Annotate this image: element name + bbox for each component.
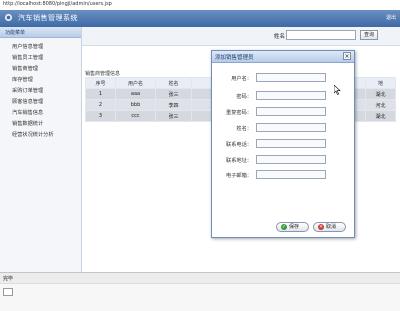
phone-field[interactable] xyxy=(256,139,326,148)
name-field[interactable] xyxy=(256,123,326,132)
search-toolbar: 姓名 查询 xyxy=(82,27,400,46)
add-admin-dialog: 添加销售管理员 × 用户名： 密码： 重复密码： 姓名： 联系电话： 联系地址：… xyxy=(211,50,355,238)
column-header[interactable]: 用户名 xyxy=(115,77,156,89)
table-cell: aaa xyxy=(115,88,156,100)
phone-label: 联系电话： xyxy=(226,142,252,148)
sidebar: 功能菜单 用户信息管理 销售员工管理 销售商管理 库存管理 采购订单管理 顾客信… xyxy=(0,27,82,272)
sidebar-item-inventory[interactable]: 库存管理 xyxy=(12,76,33,83)
app-header: 汽车销售管理系统 退出 xyxy=(0,10,400,28)
table-cell: 张三 xyxy=(155,88,192,100)
sidebar-item-sales-stats[interactable]: 销售数据统计 xyxy=(12,120,43,127)
save-button-label: 保存 xyxy=(289,224,300,230)
column-header[interactable]: 序号 xyxy=(85,77,116,89)
name-label: 姓名： xyxy=(236,126,252,132)
sidebar-heading-label: 功能菜单 xyxy=(5,30,26,36)
search-input[interactable] xyxy=(286,30,356,40)
app-title: 汽车销售管理系统 xyxy=(18,14,78,22)
table-cell: 河北 xyxy=(365,99,396,111)
table-cell: 1 xyxy=(85,88,116,100)
cancel-icon: × xyxy=(318,223,324,230)
email-field[interactable] xyxy=(256,170,326,179)
window-thumbnail-icon[interactable] xyxy=(3,288,13,296)
table-cell: 3 xyxy=(85,110,116,122)
username-field[interactable] xyxy=(256,73,326,82)
sidebar-item-business-analysis[interactable]: 经营状况统计分析 xyxy=(12,131,54,138)
sidebar-item-purchase-orders[interactable]: 采购订单管理 xyxy=(12,87,43,94)
grid-title: 销售商管理信息 xyxy=(85,71,121,77)
dialog-title: 添加销售管理员 xyxy=(215,55,254,61)
logout-link[interactable]: 退出 xyxy=(386,14,396,21)
status-text: 完毕 xyxy=(3,276,14,282)
address-text: http://localhost:8080/pingjl/admin/users… xyxy=(3,1,112,7)
sidebar-item-user-info[interactable]: 用户信息管理 xyxy=(12,43,43,50)
table-cell: 张三 xyxy=(155,110,192,122)
close-icon[interactable]: × xyxy=(343,52,351,60)
repeat-password-field[interactable] xyxy=(256,107,326,116)
column-header[interactable]: 姓名 xyxy=(155,77,192,89)
password-label: 密码： xyxy=(236,94,252,100)
cancel-button-label: 取消 xyxy=(326,224,337,230)
password-field[interactable] xyxy=(256,91,326,100)
check-icon: ✓ xyxy=(281,223,287,230)
address-label: 联系地址： xyxy=(226,158,252,164)
username-label: 用户名： xyxy=(231,76,252,82)
table-cell: bbb xyxy=(115,99,156,111)
table-cell: ccc xyxy=(115,110,156,122)
cancel-button[interactable]: × 取消 xyxy=(313,222,346,232)
dialog-titlebar[interactable]: 添加销售管理员 × xyxy=(212,51,354,63)
sidebar-heading: 功能菜单 xyxy=(0,27,81,38)
sidebar-item-sales-info[interactable]: 汽车销售信息 xyxy=(12,109,43,116)
sidebar-item-dealers[interactable]: 销售商管理 xyxy=(12,65,38,72)
app-logo-icon xyxy=(4,13,13,22)
table-cell: 湖北 xyxy=(365,88,396,100)
email-label: 电子邮箱： xyxy=(226,173,252,179)
save-button[interactable]: ✓ 保存 xyxy=(276,222,309,232)
table-cell: 2 xyxy=(85,99,116,111)
sidebar-item-customers[interactable]: 顾客信息管理 xyxy=(12,98,43,105)
task-strip xyxy=(0,283,400,311)
repeat-password-label: 重复密码： xyxy=(226,110,252,116)
column-header[interactable]: 地 xyxy=(365,77,396,89)
table-cell: 李四 xyxy=(155,99,192,111)
address-field[interactable] xyxy=(256,155,326,164)
search-button[interactable]: 查询 xyxy=(360,30,378,40)
search-label: 姓名 xyxy=(274,34,286,40)
mouse-cursor-icon xyxy=(334,85,341,95)
table-cell: 湖北 xyxy=(365,110,396,122)
sidebar-item-sales-staff[interactable]: 销售员工管理 xyxy=(12,54,43,61)
status-bar: 完毕 xyxy=(0,272,400,283)
